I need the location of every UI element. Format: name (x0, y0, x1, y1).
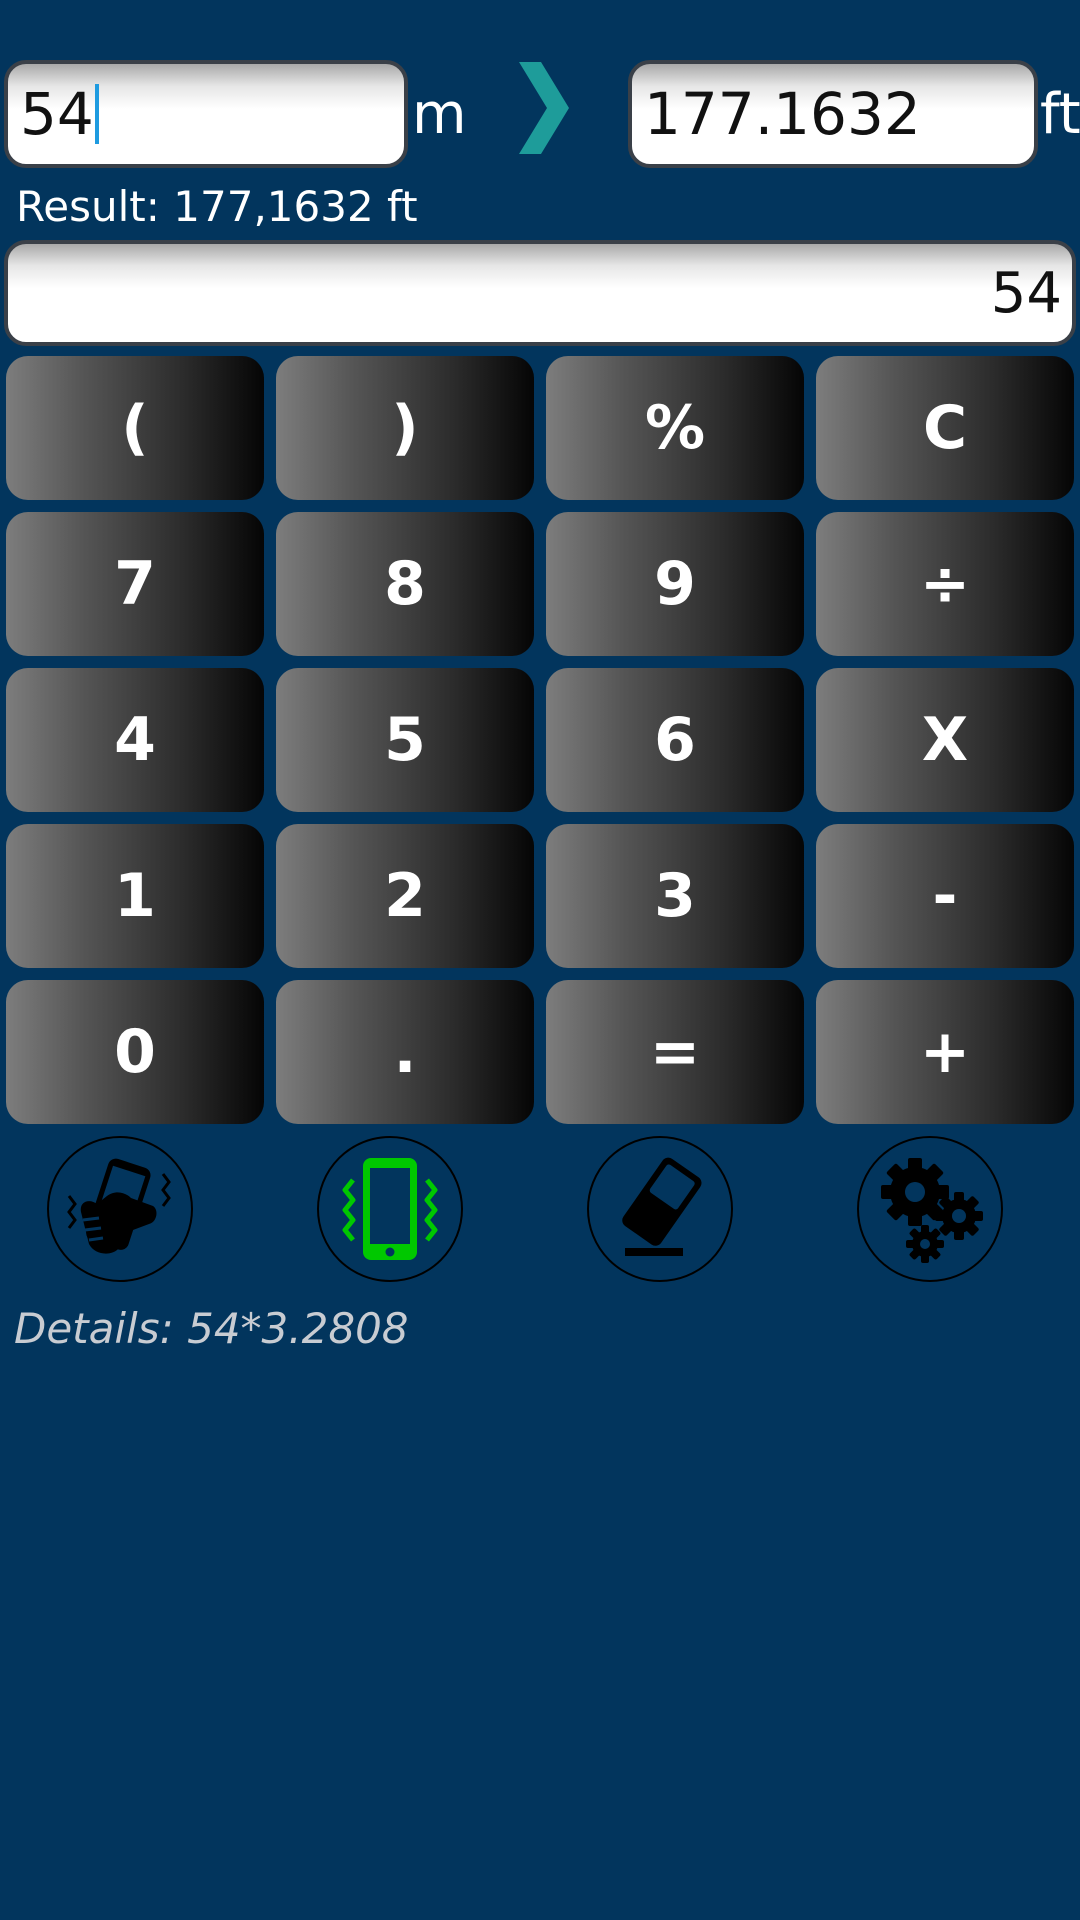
details-text: Details: 54*3.2808 (14, 1304, 409, 1353)
from-value-text: 54 (20, 80, 94, 148)
from-unit-label[interactable]: m (412, 82, 467, 147)
convert-arrow-button[interactable] (505, 56, 585, 160)
key-multiply[interactable]: X (816, 668, 1074, 812)
key-close-paren[interactable]: ) (276, 356, 534, 500)
key-minus[interactable]: - (816, 824, 1074, 968)
shake-phone-icon (67, 1158, 171, 1254)
to-unit-label[interactable]: ft (1040, 82, 1080, 147)
key-7[interactable]: 7 (6, 512, 264, 656)
key-clear[interactable]: C (816, 356, 1074, 500)
key-4[interactable]: 4 (6, 668, 264, 812)
text-cursor (94, 84, 99, 144)
to-value-text: 177.1632 (644, 80, 921, 148)
vibrate-phone-icon (342, 1158, 438, 1260)
to-value-input[interactable]: 177.1632 (628, 60, 1038, 168)
eraser-icon (622, 1157, 702, 1256)
result-text: Result: 177,1632 ft (16, 182, 418, 231)
chevron-right-icon (519, 62, 569, 154)
key-6[interactable]: 6 (546, 668, 804, 812)
key-9[interactable]: 9 (546, 512, 804, 656)
keypad: ( ) % C 7 8 9 ÷ 4 5 6 X 1 2 3 - 0 . = + (6, 356, 1074, 1124)
key-open-paren[interactable]: ( (6, 356, 264, 500)
key-plus[interactable]: + (816, 980, 1074, 1124)
key-equals[interactable]: = (546, 980, 804, 1124)
key-1[interactable]: 1 (6, 824, 264, 968)
eraser-button[interactable] (587, 1136, 733, 1282)
key-5[interactable]: 5 (276, 668, 534, 812)
key-3[interactable]: 3 (546, 824, 804, 968)
from-value-input[interactable]: 54 (4, 60, 408, 168)
vibrate-toggle-button[interactable] (317, 1136, 463, 1282)
settings-gears-icon (881, 1158, 983, 1263)
settings-button[interactable] (857, 1136, 1003, 1282)
display-value: 54 (990, 260, 1062, 326)
key-8[interactable]: 8 (276, 512, 534, 656)
key-percent[interactable]: % (546, 356, 804, 500)
calculator-display: 54 (4, 240, 1076, 346)
key-divide[interactable]: ÷ (816, 512, 1074, 656)
key-2[interactable]: 2 (276, 824, 534, 968)
key-0[interactable]: 0 (6, 980, 264, 1124)
key-decimal[interactable]: . (276, 980, 534, 1124)
shake-toggle-button[interactable] (47, 1136, 193, 1282)
